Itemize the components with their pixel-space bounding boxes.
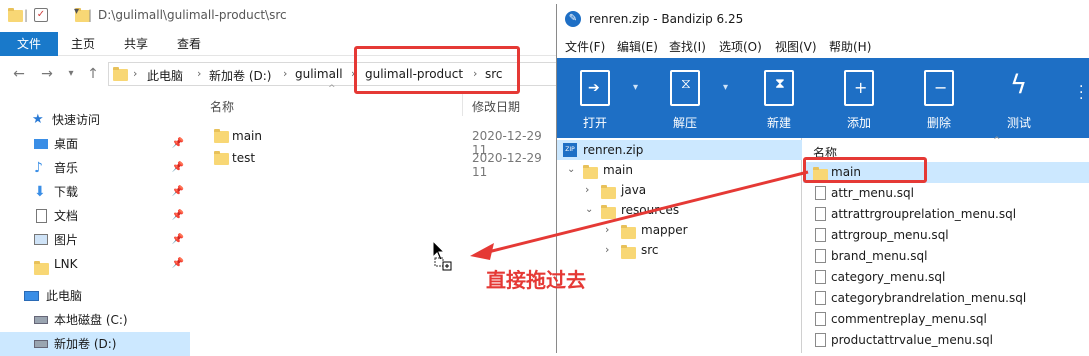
arrow-head bbox=[470, 243, 494, 260]
drag-cursor-icon bbox=[432, 239, 454, 275]
annotation-text: 直接拖过去 bbox=[486, 268, 586, 292]
arrow-line bbox=[487, 170, 809, 254]
drag-arrow-annotation bbox=[470, 170, 809, 260]
